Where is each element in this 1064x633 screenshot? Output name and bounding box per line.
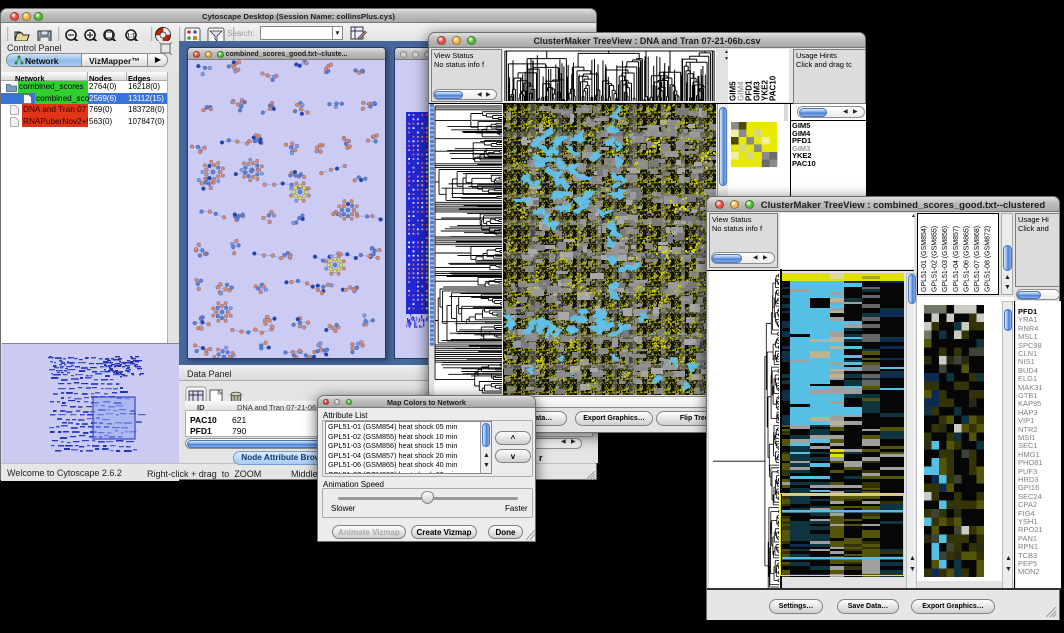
svg-text:GPL51-08 (GSM872): GPL51-08 (GSM872) (985, 226, 992, 292)
svg-text:GPL51-07 (GSM868): GPL51-07 (GSM868) (974, 226, 981, 292)
svg-text:PAC10: PAC10 (769, 75, 778, 101)
svg-text:GPL51-02 (GSM855): GPL51-02 (GSM855) (932, 226, 939, 292)
svg-text:GPL51-04 (GSM857): GPL51-04 (GSM857) (953, 226, 960, 292)
svg-text:GPL51-01 (GSM854): GPL51-01 (GSM854) (921, 226, 928, 292)
svg-text:1:1: 1:1 (127, 34, 136, 40)
svg-text:GPL51-03 (GSM856): GPL51-03 (GSM856) (942, 226, 949, 292)
svg-text:GPL51-06 (GSM865): GPL51-06 (GSM865) (963, 226, 970, 292)
